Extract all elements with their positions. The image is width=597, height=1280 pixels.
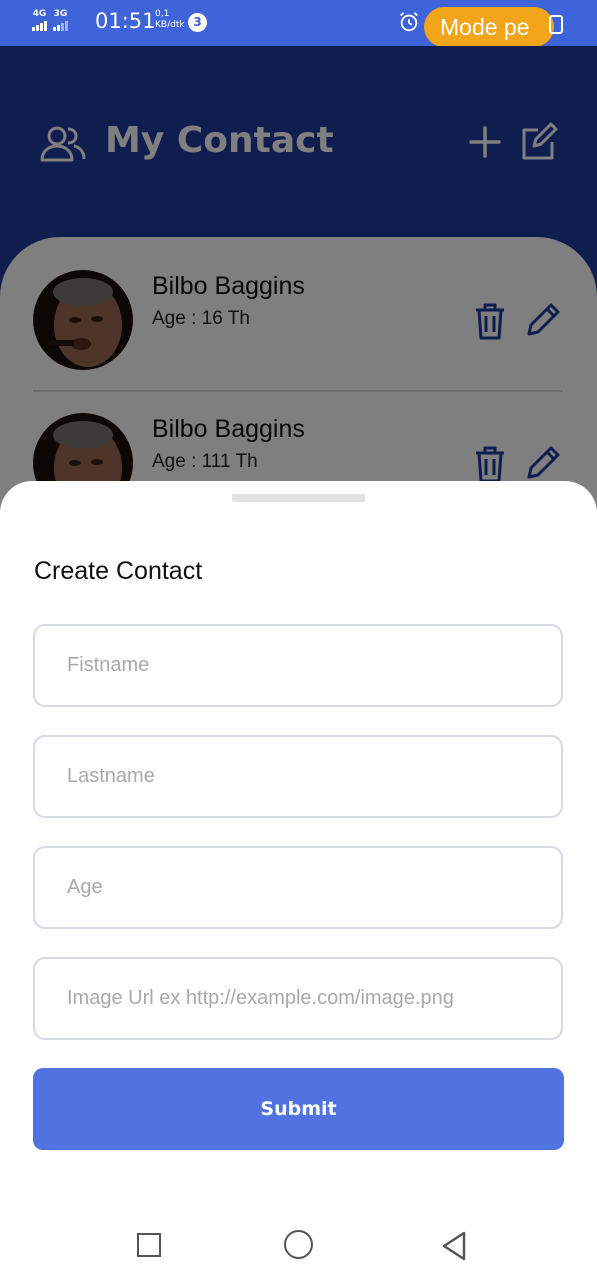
notification-badge: 3 [188, 13, 207, 32]
signal-bars-icon [53, 21, 68, 31]
signal-3g: 3G [53, 10, 68, 31]
battery-icon [549, 15, 563, 34]
signal-4g: 4G [32, 10, 47, 31]
sheet-title: Create Contact [34, 557, 203, 585]
network-indicators: 4G 3G [32, 10, 68, 31]
back-triangle-icon[interactable] [440, 1230, 468, 1262]
home-button[interactable] [284, 1230, 313, 1259]
create-contact-sheet: Create Contact Submit [0, 481, 597, 1280]
lastname-input[interactable] [33, 735, 563, 818]
mode-pill[interactable]: Mode pe [424, 7, 554, 47]
drag-handle[interactable] [232, 494, 365, 502]
submit-button[interactable]: Submit [33, 1068, 564, 1150]
alarm-icon [400, 12, 418, 32]
network-type-1: 4G [32, 9, 47, 19]
age-input[interactable] [33, 846, 563, 929]
signal-bars-icon [32, 21, 47, 31]
image-url-input[interactable] [33, 957, 563, 1040]
firstname-input[interactable] [33, 624, 563, 707]
speed-unit: KB/dtk [155, 20, 185, 30]
clock: 01:51 [95, 9, 156, 33]
speed-value: 0,1 [155, 9, 170, 19]
network-type-2: 3G [53, 9, 68, 19]
status-bar: 4G 3G 01:51 0,1 KB/dtk 3 Mode pe [0, 0, 597, 47]
network-speed: 0,1 KB/dtk [155, 9, 185, 31]
recents-button[interactable] [137, 1233, 161, 1257]
